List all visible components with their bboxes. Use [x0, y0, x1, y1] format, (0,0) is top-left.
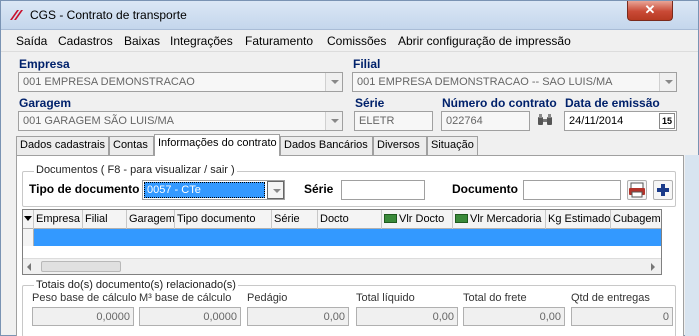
documentos-grid[interactable]: Empresa Filial Garagem Tipo documento Sé…	[22, 209, 662, 275]
grid-header: Empresa Filial Garagem Tipo documento Sé…	[23, 210, 661, 229]
col-serie[interactable]: Série	[272, 210, 318, 229]
qtd-entregas-field: 0	[571, 307, 673, 326]
tipo-documento-value: 0057 - CTe	[144, 182, 265, 198]
col-vlr-mercadoria[interactable]: Vlr Mercadoria	[453, 210, 546, 229]
garagem-combo[interactable]: 001 GARAGEM SÃO LUIS/MA	[18, 111, 343, 131]
panel-edge	[685, 155, 699, 336]
row-selector-header	[23, 210, 34, 229]
qtd-entregas-label: Qtd de entregas	[571, 292, 650, 304]
app-logo-icon	[10, 10, 23, 20]
tab-contas[interactable]: Contas	[109, 136, 154, 155]
scroll-right-icon[interactable]	[651, 263, 655, 271]
title-bar: CGS - Contrato de transporte ✕	[1, 1, 698, 30]
chevron-down-icon[interactable]	[659, 73, 676, 91]
empresa-combo[interactable]: 001 EMPRESA DEMONSTRACAO	[18, 72, 343, 92]
tipo-documento-combo[interactable]: 0057 - CTe	[142, 180, 285, 200]
tab-dados-bancarios[interactable]: Dados Bancários	[280, 136, 373, 155]
peso-base-field: 0,0000	[32, 307, 134, 326]
menu-comissoes[interactable]: Comissões	[327, 34, 386, 48]
close-button[interactable]: ✕	[627, 1, 673, 21]
menu-bar: Saída Cadastros Baixas Integrações Fatur…	[1, 30, 698, 52]
tab-dados-cadastrais[interactable]: Dados cadastrais	[16, 136, 109, 155]
col-cubagem[interactable]: Cubagem	[611, 210, 661, 229]
plus-icon	[657, 184, 669, 196]
numero-contrato-label: Número do contrato	[442, 96, 557, 110]
serie-field[interactable]: ELETR	[354, 111, 433, 131]
filial-value: 001 EMPRESA DEMONSTRACAO -- SAO LUIS/MA	[357, 76, 613, 88]
money-icon	[384, 214, 397, 223]
binoculars-icon	[538, 114, 552, 125]
tab-situacao[interactable]: Situação	[427, 136, 478, 155]
tab-informacoes-contrato[interactable]: Informações do contrato	[154, 134, 280, 156]
total-frete-field: 0,00	[463, 307, 565, 326]
serie-label: Série	[355, 96, 385, 110]
col-kg-estimado[interactable]: Kg Estimado	[546, 210, 611, 229]
serie-value: ELETR	[359, 115, 395, 127]
window-title: CGS - Contrato de transporte	[30, 8, 187, 22]
numero-contrato-value: 022764	[446, 115, 483, 127]
scroll-left-icon[interactable]	[27, 263, 31, 271]
close-icon: ✕	[644, 2, 656, 17]
menu-saida[interactable]: Saída	[16, 34, 47, 48]
chevron-down-icon[interactable]	[325, 73, 342, 91]
menu-faturamento[interactable]: Faturamento	[245, 34, 313, 48]
row-indicator	[23, 229, 34, 246]
documento-input[interactable]	[523, 180, 621, 200]
triangle-down-icon	[24, 216, 32, 221]
tab-diversos[interactable]: Diversos	[373, 136, 427, 155]
total-liquido-field: 0,00	[356, 307, 458, 326]
col-garagem[interactable]: Garagem	[127, 210, 175, 229]
empresa-label: Empresa	[19, 57, 70, 71]
data-emissao-field[interactable]: 24/11/2014 15	[564, 111, 677, 131]
col-empresa[interactable]: Empresa	[34, 210, 83, 229]
col-tipo-documento[interactable]: Tipo documento	[175, 210, 272, 229]
col-filial[interactable]: Filial	[83, 210, 127, 229]
app-window: CGS - Contrato de transporte ✕ Saída Cad…	[0, 0, 699, 336]
print-button[interactable]	[627, 180, 647, 200]
menu-integracoes[interactable]: Integrações	[170, 34, 233, 48]
menu-baixas[interactable]: Baixas	[124, 34, 160, 48]
empresa-value: 001 EMPRESA DEMONSTRACAO	[23, 76, 195, 88]
menu-cadastros[interactable]: Cadastros	[58, 34, 113, 48]
col-vlr-mercadoria-label: Vlr Mercadoria	[470, 213, 542, 225]
col-vlr-docto[interactable]: Vlr Docto	[382, 210, 453, 229]
scroll-thumb[interactable]	[41, 261, 121, 272]
peso-base-label: Peso base de cálculo	[32, 292, 137, 304]
doc-serie-label: Série	[304, 182, 334, 196]
col-vlr-docto-label: Vlr Docto	[399, 213, 445, 225]
numero-contrato-field[interactable]: 022764	[441, 111, 530, 131]
m3-base-label: M³ base de cálculo	[139, 292, 232, 304]
doc-serie-input[interactable]	[341, 180, 425, 200]
pedagio-field: 0,00	[247, 307, 349, 326]
col-docto[interactable]: Docto	[318, 210, 382, 229]
printer-icon	[629, 182, 645, 198]
add-document-button[interactable]	[653, 180, 673, 200]
data-emissao-value: 24/11/2014	[569, 115, 624, 127]
filial-label: Filial	[353, 57, 381, 71]
table-row[interactable]	[23, 229, 661, 246]
tipo-documento-label: Tipo de documento	[29, 182, 140, 196]
data-emissao-label: Data de emissão	[565, 96, 660, 110]
menu-configuracao-impressao[interactable]: Abrir configuração de impressão	[398, 34, 571, 48]
binoculars-button[interactable]	[536, 111, 556, 131]
total-liquido-label: Total líquido	[356, 292, 415, 304]
documentos-group-title: Documentos ( F8 - para visualizar / sair…	[34, 164, 237, 176]
garagem-value: 001 GARAGEM SÃO LUIS/MA	[23, 115, 174, 127]
pedagio-label: Pedágio	[247, 292, 288, 304]
total-frete-label: Total do frete	[463, 292, 527, 304]
money-icon	[455, 214, 468, 223]
chevron-down-icon[interactable]	[267, 181, 284, 199]
totais-group-title: Totais do(s) documento(s) relacionado(s)	[34, 279, 238, 291]
chevron-down-icon[interactable]	[325, 112, 342, 130]
documento-label: Documento	[452, 182, 518, 196]
m3-base-field: 0,0000	[139, 307, 241, 326]
horizontal-scrollbar[interactable]	[23, 258, 661, 274]
calendar-icon[interactable]: 15	[659, 113, 675, 129]
filial-combo[interactable]: 001 EMPRESA DEMONSTRACAO -- SAO LUIS/MA	[352, 72, 677, 92]
garagem-label: Garagem	[19, 96, 72, 110]
